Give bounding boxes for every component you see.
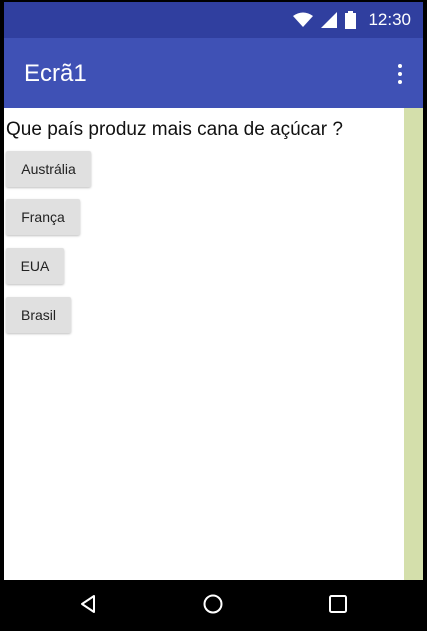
answer-button-franca[interactable]: França [6, 199, 80, 235]
cell-signal-icon [321, 12, 338, 28]
device-frame: 12:30 Ecrã1 Que país produz mais cana de… [0, 0, 427, 631]
answer-button-australia[interactable]: Austrália [6, 151, 91, 187]
back-icon[interactable] [74, 590, 102, 618]
navigation-bar [4, 580, 423, 627]
battery-icon [345, 11, 357, 29]
menu-dot [398, 72, 402, 76]
question-label: Que país produz mais cana de açúcar ? [6, 119, 343, 140]
status-icons: 12:30 [293, 9, 411, 31]
answer-button-eua[interactable]: EUA [6, 248, 64, 284]
recents-icon[interactable] [324, 590, 352, 618]
wifi-icon [293, 12, 314, 27]
status-bar: 12:30 [4, 2, 423, 38]
screen-content: Que país produz mais cana de açúcar ? Au… [4, 108, 404, 580]
overflow-menu-icon[interactable] [391, 64, 409, 84]
home-icon[interactable] [199, 590, 227, 618]
screen-title: Ecrã1 [24, 60, 87, 87]
menu-dot [398, 80, 402, 84]
clock: 12:30 [368, 10, 411, 29]
app-bar: Ecrã1 [4, 38, 423, 108]
menu-dot [398, 64, 402, 68]
answer-button-brasil[interactable]: Brasil [6, 297, 71, 333]
side-strip [404, 108, 423, 580]
